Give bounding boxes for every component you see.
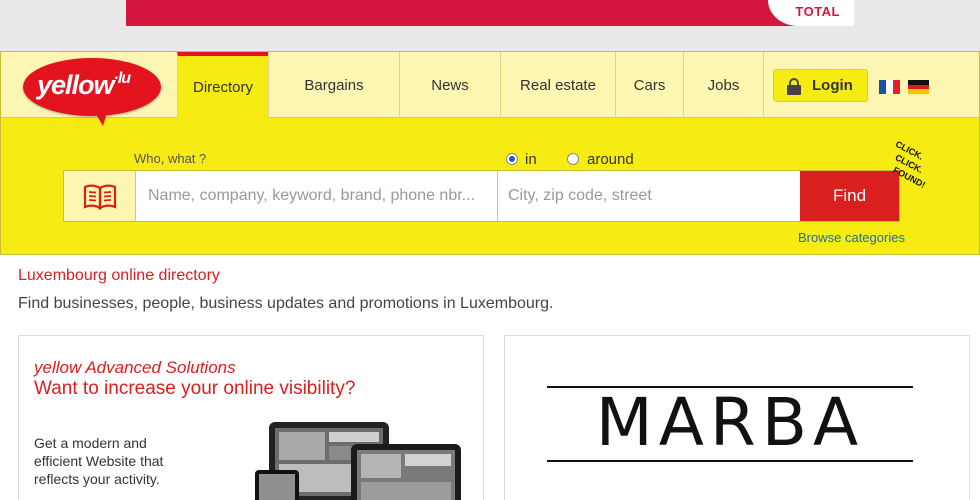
site-header: Directory Bargains News Real estate Cars… [0,51,980,255]
tab-bargains[interactable]: Bargains [268,52,399,118]
flag-fr-icon[interactable] [879,80,900,94]
marba-logo: MARBA [547,386,917,466]
login-label: Login [812,77,853,94]
tab-directory[interactable]: Directory [177,52,268,119]
where-search-input[interactable] [498,171,800,221]
page-title: Luxembourg online directory [18,267,220,284]
main-tabs: Directory Bargains News Real estate Cars… [177,52,764,119]
promo-kicker: yellow Advanced Solutions [34,358,236,377]
flag-de-icon[interactable] [908,80,929,95]
total-brand-text: TOTAL [795,4,840,19]
radio-in[interactable] [506,153,518,165]
tab-news[interactable]: News [399,52,500,118]
radio-in-label: in [525,151,537,168]
devices-illustration [255,422,461,500]
tab-cars[interactable]: Cars [615,52,683,118]
what-search-input[interactable] [136,171,498,221]
main-content: Luxembourg online directory Find busines… [0,255,980,500]
radio-around[interactable] [567,153,579,165]
lock-icon [786,77,802,95]
tab-jobs[interactable]: Jobs [683,52,764,118]
marba-ad-card[interactable]: MARBA [504,335,970,500]
yellow-lu-logo[interactable]: yellow·lu [23,58,163,130]
promo-card-advanced-solutions[interactable]: yellow Advanced Solutions Want to increa… [18,335,484,500]
logo-suffix-text: ·lu [113,70,132,87]
radio-around-label: around [587,151,634,168]
logo-main-text: yellow [37,70,115,100]
what-label: Who, what ? [134,151,207,166]
login-button[interactable]: Login [773,69,868,102]
marba-wordmark: MARBA [595,384,865,461]
page-subtitle: Find businesses, people, business update… [18,295,554,312]
find-button[interactable]: Find [800,171,899,221]
promo-headline: Want to increase your online visibility? [34,378,356,399]
search-form: Find [63,170,900,222]
book-icon [64,171,136,221]
browse-categories-link[interactable]: Browse categories [798,230,905,245]
top-ad-banner[interactable]: TOTAL [126,0,854,26]
promo-text: Get a modern and efficient Website that … [34,435,164,487]
tab-real-estate[interactable]: Real estate [500,52,615,118]
